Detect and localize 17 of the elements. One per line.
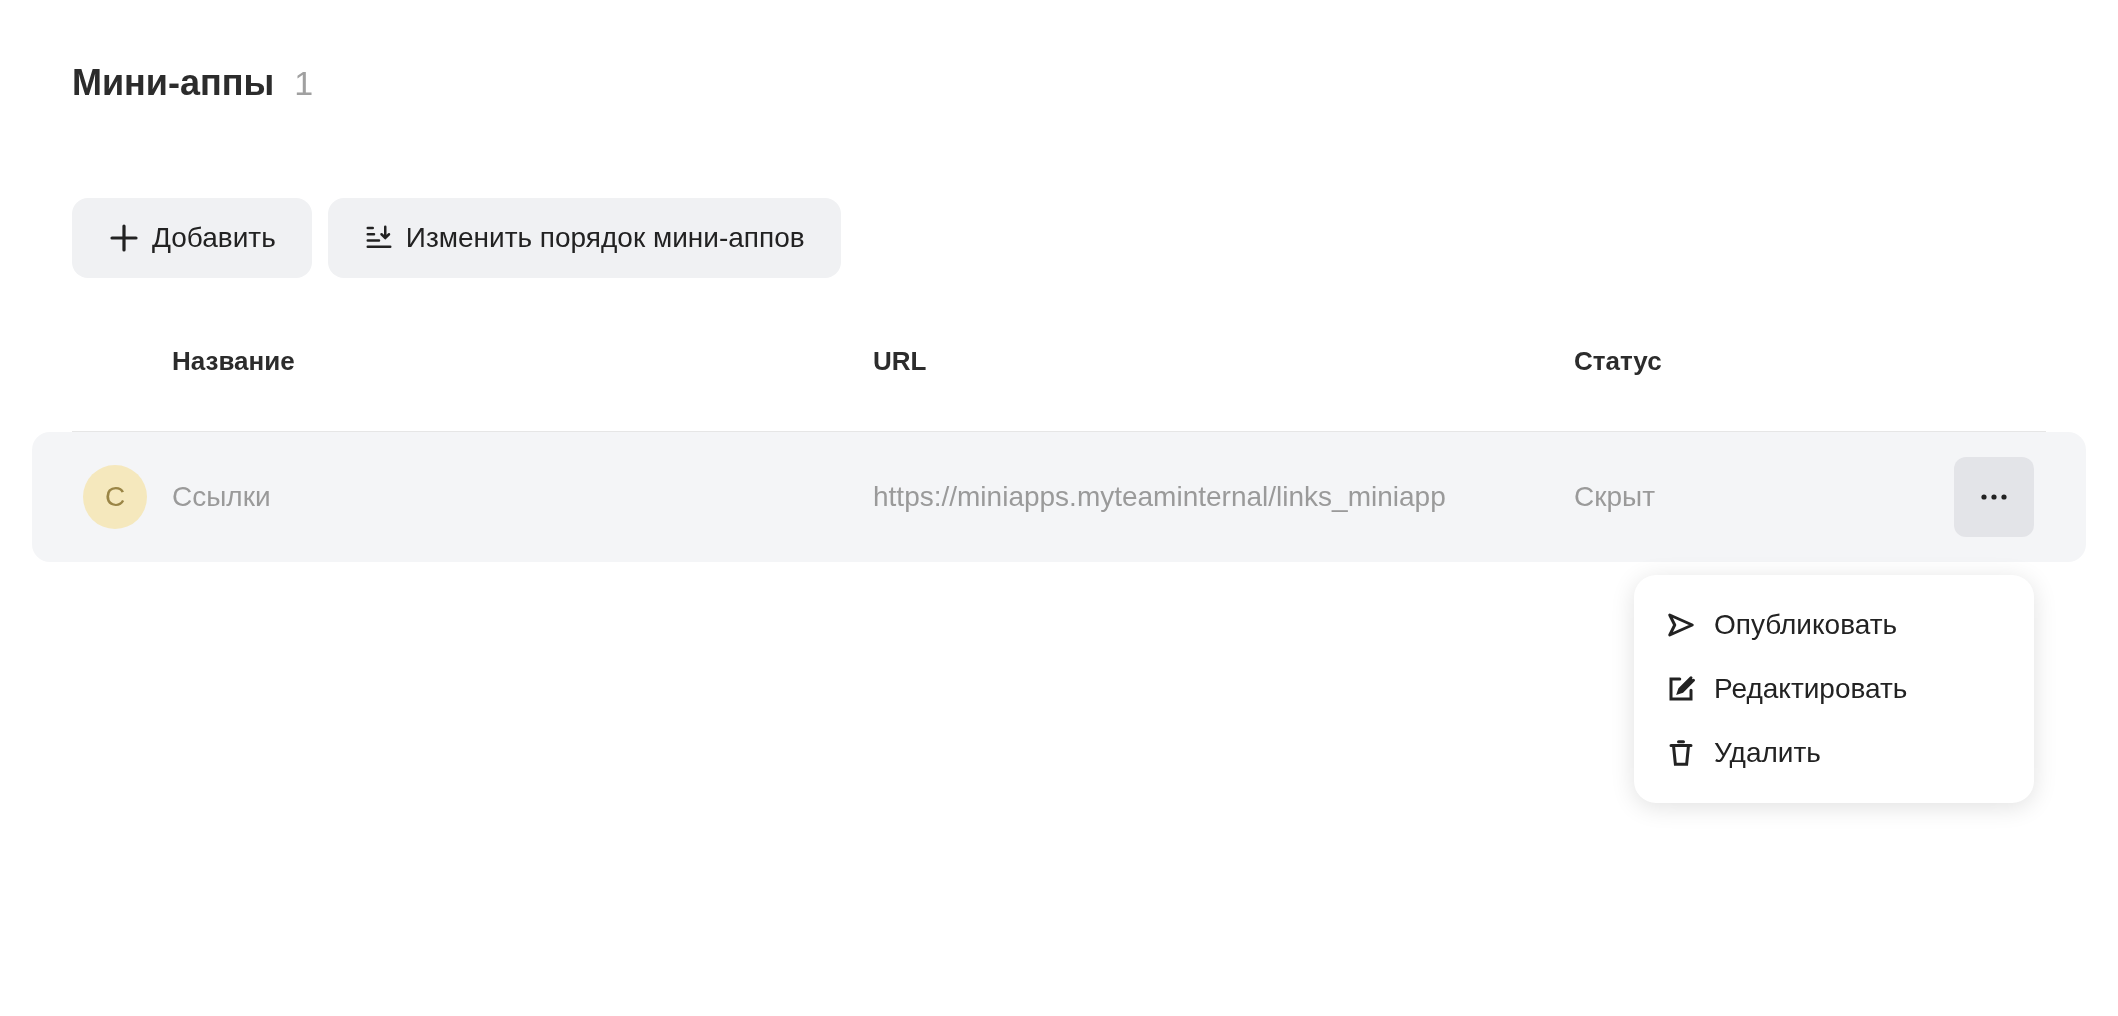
column-header: Название xyxy=(172,346,295,376)
more-button[interactable] xyxy=(1954,457,2034,537)
page-title: Мини-аппы xyxy=(72,61,275,105)
plus-icon xyxy=(108,222,140,254)
app-url: https://miniapps.myteaminternal/links_miniapp xyxy=(873,481,1446,512)
item-count: 1 xyxy=(294,63,314,104)
column-header: URL xyxy=(873,346,927,376)
menu-item[interactable]: Редактировать xyxy=(1634,657,2034,721)
menu-item[interactable]: Опубликовать xyxy=(1634,593,2034,657)
avatar: С xyxy=(83,465,147,529)
menu-item[interactable]: Удалить xyxy=(1634,721,2034,785)
add-button[interactable]: Добавить xyxy=(72,198,312,278)
app-name: Ссылки xyxy=(172,481,271,512)
more-icon xyxy=(1980,494,2008,500)
column-header: Статус xyxy=(1574,346,1662,376)
reorder-button[interactable]: Изменить порядок мини-аппов xyxy=(327,198,841,278)
app-status: Скрыт xyxy=(1574,481,1655,512)
